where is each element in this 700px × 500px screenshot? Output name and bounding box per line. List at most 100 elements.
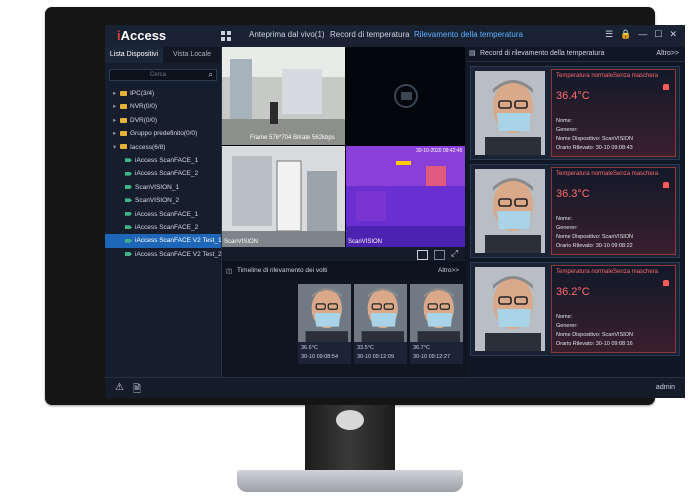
temperature-record[interactable]: Temperatura normaleSenza maschera 36.3°C N… — [470, 164, 680, 258]
timeline-card[interactable]: 36.6°C 30-10 09:08:54 — [298, 284, 351, 364]
tree-device[interactable]: iAccess ScanFACE V2 Test_2 — [105, 248, 222, 261]
chevron-down-icon: ▾ — [113, 143, 117, 151]
lock-icon[interactable]: 🔒 — [620, 29, 631, 40]
tree-folder[interactable]: ▸ NVR(0/0) — [105, 100, 221, 113]
maximize-icon[interactable]: ☐ — [654, 29, 662, 40]
record-photo — [475, 267, 545, 351]
record-gender: Generer: — [556, 225, 578, 231]
tree-device[interactable]: ScanVISION_1 — [105, 181, 221, 194]
card-temperature: 33.5°C — [357, 345, 374, 351]
timeline-card[interactable]: 36.7°C 30-10 09:12:27 — [410, 284, 463, 364]
tree-item-label: DVR(0/0) — [130, 116, 158, 124]
minimize-icon[interactable]: — — [638, 29, 647, 40]
tab-temperature-records[interactable]: Record di temperatura — [330, 30, 410, 39]
temperature-record[interactable]: Temperatura normaleSenza maschera 36.4°C N… — [470, 66, 680, 160]
camera-icon — [125, 225, 132, 230]
camera-icon — [125, 198, 132, 203]
video-cell-2[interactable] — [346, 47, 465, 145]
tab-device-list[interactable]: Lista Dispositivi — [105, 47, 163, 63]
tree-item-label: IPC(3/4) — [130, 90, 155, 97]
video-cell-4[interactable]: 30-10-2020 09:42:45 ScanVISION — [346, 146, 465, 247]
tree-folder[interactable]: ▸ Gruppo predefinito(0/0) — [105, 127, 221, 140]
record-name: Nome: — [556, 216, 573, 222]
tree-item-label: iAccess ScanFACE_1 — [135, 156, 199, 164]
record-time: Orario Rilevato: 30-10 09:08:43 — [556, 145, 633, 151]
record-gender: Generer: — [556, 323, 578, 329]
face-timeline: 36.6°C 30-10 09:08:54 33.5°C 30-10 09:12:09… — [222, 280, 519, 375]
tree-item-label: iAccess ScanFACE_1 — [135, 210, 199, 218]
folder-icon — [120, 117, 127, 123]
log-icon[interactable]: 🗎 — [133, 382, 141, 398]
timeline-card[interactable]: 33.5°C 30-10 09:12:09 — [354, 284, 407, 364]
app-grid-icon[interactable] — [221, 31, 231, 41]
tree-item-label: iAccess ScanFACE V2 Test_1 — [135, 237, 222, 245]
folder-icon — [120, 144, 127, 150]
camera-label: ScanVISION — [224, 239, 259, 245]
record-device: Nome Dispositivo: ScanVISION — [556, 234, 634, 240]
status-bar: ⚠ 🗎 admin — [105, 377, 685, 398]
tree-device[interactable]: iAccess ScanFACE_1 — [105, 208, 221, 221]
tab-local-view[interactable]: Vista Locale — [163, 47, 221, 63]
video-cell-1[interactable]: Frame 576*704 Bitrate 562kbps — [222, 47, 345, 145]
video-stats: Frame 576*704 Bitrate 562kbps — [250, 135, 335, 141]
alarm-icon — [663, 182, 669, 188]
card-temperature: 36.7°C — [413, 345, 430, 351]
layout-1-icon[interactable] — [434, 250, 445, 260]
tree-device[interactable]: iAccess ScanFACE_1 — [105, 154, 221, 167]
tree-folder[interactable]: ▾ Iaccess(6/8) — [105, 141, 221, 154]
tree-device[interactable]: iAccess ScanFACE V2 Test_1 — [105, 234, 222, 248]
tree-device[interactable]: iAccess ScanFACE_2 — [105, 167, 221, 180]
records-pane: ▤ Record di rilevamento della temperatur… — [466, 47, 685, 377]
tree-item-label: Iaccess(6/8) — [130, 143, 166, 151]
tree-item-label: Gruppo predefinito(0/0) — [130, 130, 198, 138]
folder-icon — [120, 130, 127, 136]
records-header: ▤ Record di rilevamento della temperatur… — [466, 47, 685, 62]
warning-icon[interactable]: ⚠ — [115, 382, 124, 393]
tree-device[interactable]: ScanVISION_2 — [105, 194, 221, 207]
chevron-right-icon: ▸ — [113, 130, 117, 138]
records-more-link[interactable]: Altro>> — [656, 47, 679, 61]
alarm-icon — [663, 280, 669, 286]
record-photo — [475, 71, 545, 155]
alarm-icon — [663, 84, 669, 90]
tree-folder[interactable]: ▸ IPC(3/4) — [105, 87, 221, 100]
record-info: Temperatura normaleSenza maschera 36.2°C N… — [551, 265, 676, 353]
record-time: Orario Rilevato: 30-10 09:08:22 — [556, 243, 633, 249]
menu-icon[interactable]: ☰ — [605, 29, 613, 40]
timeline-more-link[interactable]: Altro>> — [438, 267, 459, 274]
search-icon[interactable]: ⌕ — [209, 70, 213, 80]
tab-live-preview[interactable]: Anteprima dal vivo(1) — [249, 30, 325, 39]
record-info: Temperatura normaleSenza maschera 36.4°C N… — [551, 69, 676, 157]
face-snapshot — [298, 284, 351, 342]
face-snapshot — [354, 284, 407, 342]
tree-item-label: ScanVISION_2 — [135, 197, 180, 205]
timeline-title: Timeline di rilevamento dei volti — [237, 267, 328, 274]
card-time: 30-10 09:12:09 — [357, 354, 395, 360]
layout-4-icon[interactable] — [417, 250, 428, 260]
close-icon[interactable]: ✕ — [669, 29, 677, 40]
tree-folder[interactable]: ▸ DVR(0/0) — [105, 114, 221, 127]
tree-device[interactable]: iAccess ScanFACE_2 — [105, 221, 221, 234]
tab-temperature-detection[interactable]: Rilevamento della temperatura — [414, 30, 523, 39]
video-grid: Frame 576*704 Bitrate 562kbps ScanVISION — [222, 47, 465, 247]
record-status: Temperatura normaleSenza maschera — [556, 269, 659, 275]
record-name: Nome: — [556, 118, 573, 124]
record-device: Nome Dispositivo: ScanVISION — [556, 136, 634, 142]
fullscreen-icon[interactable]: ⤢ — [451, 248, 458, 259]
card-time: 30-10 09:12:27 — [413, 354, 451, 360]
record-info: Temperatura normaleSenza maschera 36.3°C N… — [551, 167, 676, 255]
device-search-input[interactable]: Cerca ⌕ — [109, 69, 217, 81]
temperature-record[interactable]: Temperatura normaleSenza maschera 36.2°C N… — [470, 262, 680, 356]
card-temperature: 36.6°C — [301, 345, 318, 351]
video-feed-entrance — [222, 146, 345, 247]
record-device: Nome Dispositivo: ScanVISION — [556, 332, 634, 338]
monitor-stand-base — [237, 470, 463, 492]
record-temperature: 36.2°C — [556, 286, 590, 298]
record-time: Orario Rilevato: 30-10 09:08:16 — [556, 341, 633, 347]
camera-icon — [125, 185, 132, 190]
tree-item-label: iAccess ScanFACE V2 Test_2 — [135, 250, 222, 258]
video-cell-3[interactable]: ScanVISION — [222, 146, 345, 247]
app-logo: iAccess — [117, 28, 167, 43]
record-name: Nome: — [556, 314, 573, 320]
camera-icon: ◫ — [226, 268, 233, 275]
